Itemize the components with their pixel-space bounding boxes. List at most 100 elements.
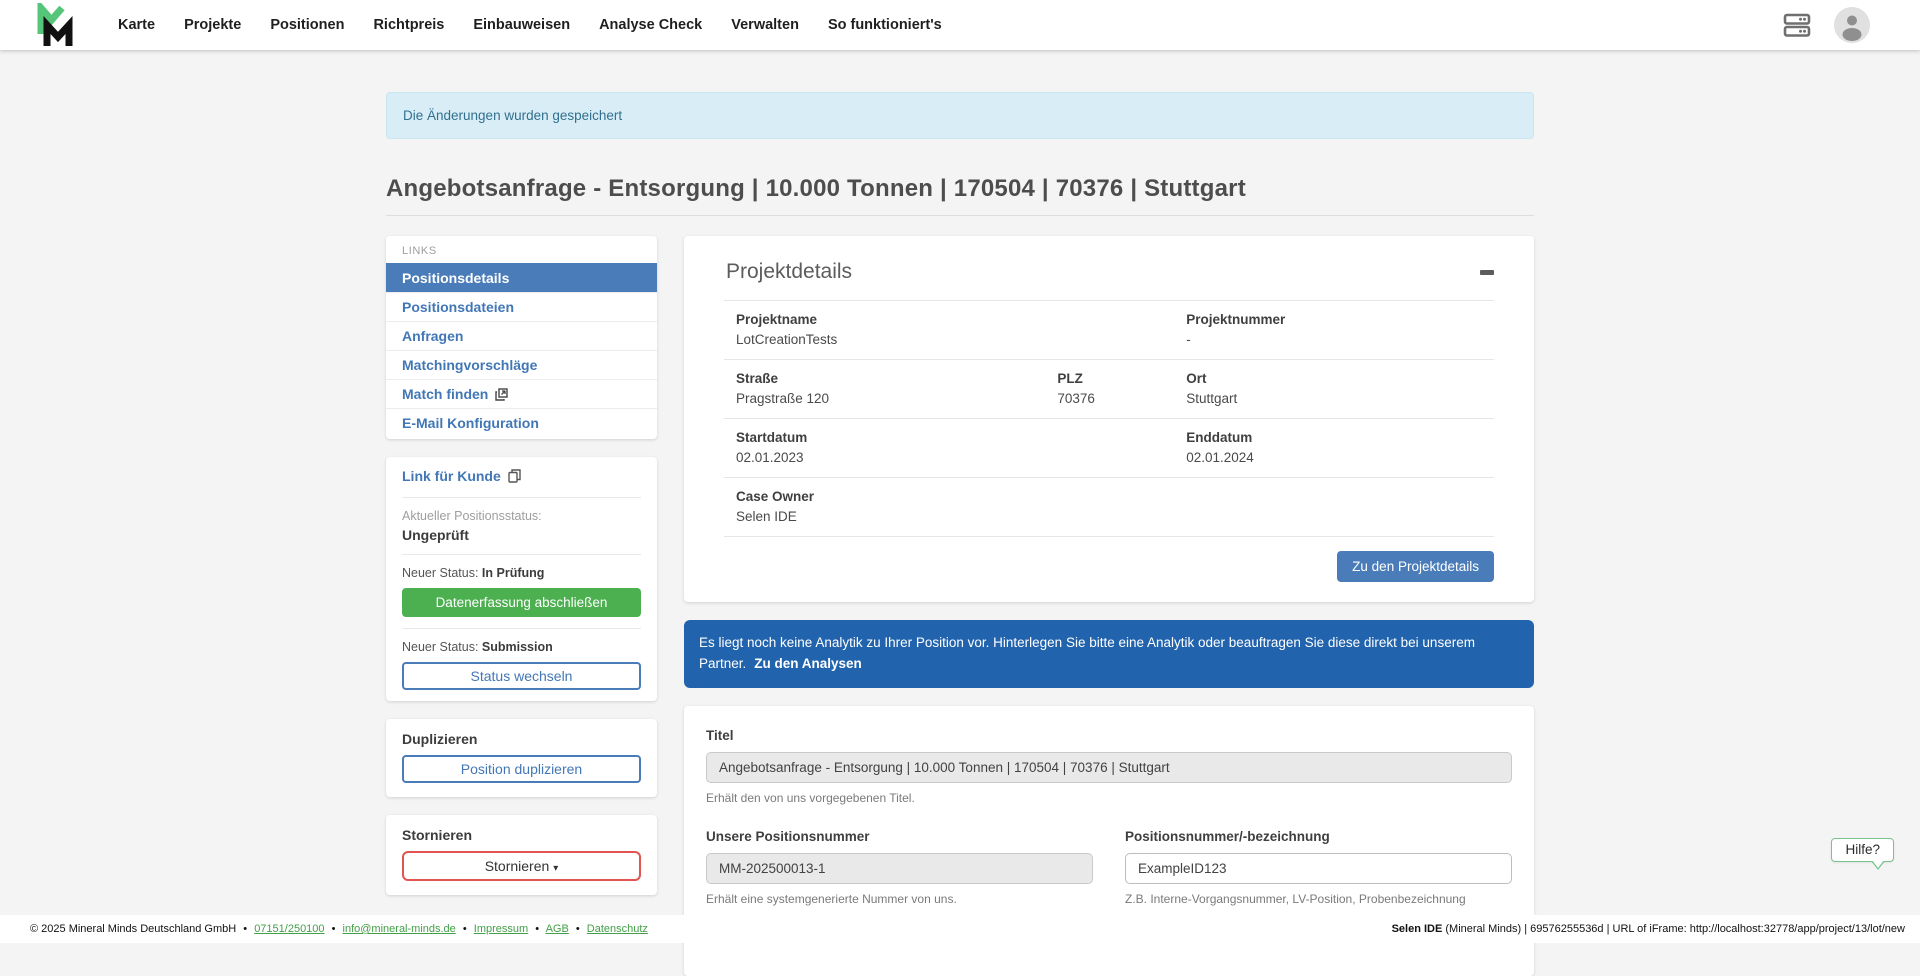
new-status-value: Submission [482,640,553,654]
footer-phone-link[interactable]: 07151/250100 [254,923,324,935]
mineral-minds-logo-icon[interactable] [36,3,74,47]
sidebar-item-matchingvorschlaege[interactable]: Matchingvorschläge [386,350,657,379]
user-avatar-icon[interactable] [1834,7,1870,43]
field-label: Straße [736,371,1057,386]
new-status-line-1: Neuer Status: In Prüfung [402,566,641,580]
nav-item-richtpreis[interactable]: Richtpreis [373,17,444,33]
title-divider [386,215,1534,216]
project-details-row: Case Owner Selen IDE [724,477,1494,536]
project-details-title: Projektdetails [726,260,852,284]
sidebar-item-label: Positionsdateien [402,299,514,315]
complete-data-entry-button[interactable]: Datenerfassung abschließen [402,588,641,617]
footer-email-link[interactable]: info@mineral-minds.de [343,923,456,935]
footer-session-details: (Mineral Minds) | 69576255536d | URL of … [1442,923,1905,935]
copyright-text: © 2025 Mineral Minds Deutschland GmbH [30,923,236,935]
sidebar-item-match-finden[interactable]: Match finden [386,379,657,408]
footer-agb-link[interactable]: AGB [546,923,569,935]
sidebar-item-label: E-Mail Konfiguration [402,415,539,431]
footer-session-info: Selen IDE (Mineral Minds) | 69576255536d… [1392,923,1905,935]
our-position-number-input [706,853,1093,884]
nav-item-so-funktionierts[interactable]: So funktioniert's [828,17,942,33]
nav-item-einbauweisen[interactable]: Einbauweisen [473,17,570,33]
current-status-value: Ungeprüft [402,527,641,543]
field-label: Ort [1186,371,1494,386]
field-value: Stuttgart [1186,391,1494,406]
field-label: Case Owner [736,489,1057,504]
project-details-row: Startdatum 02.01.2023 Enddatum 02.01.202… [724,418,1494,477]
field-value: - [1186,332,1494,347]
footer-user-name: Selen IDE [1392,923,1443,935]
field-label: Projektnummer [1186,312,1494,327]
separator: • [576,923,580,935]
position-number-field: Positionsnummer/-bezeichnung Z.B. Intern… [1125,829,1512,906]
cancel-title: Stornieren [402,827,641,843]
field-label: PLZ [1057,371,1186,386]
page-footer: © 2025 Mineral Minds Deutschland GmbH • … [0,915,1920,943]
duplicate-title: Duplizieren [402,731,641,747]
copy-icon[interactable] [508,469,521,483]
new-status-label: Neuer Status: [402,566,482,580]
field-label: Startdatum [736,430,1057,445]
field-value: Pragstraße 120 [736,391,1057,406]
duplicate-card: Duplizieren Position duplizieren [386,719,657,797]
customer-link-label: Link für Kunde [402,468,501,484]
our-position-number-field: Unsere Positionsnummer Erhält eine syste… [706,829,1093,906]
main-nav: Karte Projekte Positionen Richtpreis Ein… [118,17,942,33]
links-card: LINKS Positionsdetails Positionsdateien … [386,236,657,439]
external-link-icon [495,388,508,401]
nav-item-verwalten[interactable]: Verwalten [731,17,799,33]
nav-item-projekte[interactable]: Projekte [184,17,241,33]
footer-datenschutz-link[interactable]: Datenschutz [587,923,648,935]
footer-impressum-link[interactable]: Impressum [474,923,528,935]
our-position-number-label: Unsere Positionsnummer [706,829,1093,844]
sidebar-item-positionsdetails[interactable]: Positionsdetails [386,263,657,292]
cancel-button-label: Stornieren [485,858,550,874]
sidebar-item-label: Matchingvorschläge [402,357,537,373]
sidebar-item-label: Match finden [402,386,488,402]
titel-helper: Erhält den von uns vorgegebenen Titel. [706,791,1512,805]
position-number-input[interactable] [1125,853,1512,884]
new-status-label: Neuer Status: [402,640,482,654]
separator: • [243,923,247,935]
field-label: Projektname [736,312,1057,327]
project-details-row: Projektname LotCreationTests Projektnumm… [724,300,1494,359]
separator: • [332,923,336,935]
new-status-value: In Prüfung [482,566,545,580]
cancel-dropdown-button[interactable]: Stornieren▾ [402,851,641,881]
collapse-minus-icon[interactable] [1480,270,1494,275]
titel-label: Titel [706,728,1512,743]
to-project-details-button[interactable]: Zu den Projektdetails [1337,551,1494,582]
position-number-label: Positionsnummer/-bezeichnung [1125,829,1512,844]
app-header: Karte Projekte Positionen Richtpreis Ein… [0,0,1920,50]
analytics-banner: Es liegt noch keine Analytik zu Ihrer Po… [684,620,1534,688]
sidebar-item-positionsdateien[interactable]: Positionsdateien [386,292,657,321]
separator: • [535,923,539,935]
project-details-card: Projektdetails Projektname LotCreationTe… [684,236,1534,602]
project-details-row: Straße Pragstraße 120 PLZ 70376 Ort Stut… [724,359,1494,418]
cancel-card: Stornieren Stornieren▾ [386,815,657,895]
sidebar-item-label: Anfragen [402,328,463,344]
links-header: LINKS [386,236,657,263]
server-stack-icon[interactable] [1782,10,1812,40]
current-status-label: Aktueller Positionsstatus: [402,509,641,523]
position-number-helper: Z.B. Interne-Vorgangsnummer, LV-Position… [1125,892,1512,906]
duplicate-position-button[interactable]: Position duplizieren [402,755,641,783]
main-content: Projektdetails Projektname LotCreationTe… [684,236,1534,976]
help-button[interactable]: Hilfe? [1831,838,1894,862]
our-position-number-helper: Erhält eine systemgenerierte Nummer von … [706,892,1093,906]
nav-item-positionen[interactable]: Positionen [270,17,344,33]
field-value: 02.01.2024 [1186,450,1494,465]
sidebar-item-anfragen[interactable]: Anfragen [386,321,657,350]
to-analyses-link[interactable]: Zu den Analysen [754,656,862,671]
customer-link[interactable]: Link für Kunde [402,468,521,484]
sidebar-item-label: Positionsdetails [402,270,509,286]
nav-item-karte[interactable]: Karte [118,17,155,33]
footer-left: © 2025 Mineral Minds Deutschland GmbH • … [30,923,648,935]
field-label: Enddatum [1186,430,1494,445]
sidebar-item-email-konfiguration[interactable]: E-Mail Konfiguration [386,408,657,437]
nav-item-analyse-check[interactable]: Analyse Check [599,17,702,33]
sidebar: LINKS Positionsdetails Positionsdateien … [386,236,657,895]
caret-down-icon: ▾ [553,863,558,874]
separator: • [463,923,467,935]
switch-status-button[interactable]: Status wechseln [402,662,641,690]
